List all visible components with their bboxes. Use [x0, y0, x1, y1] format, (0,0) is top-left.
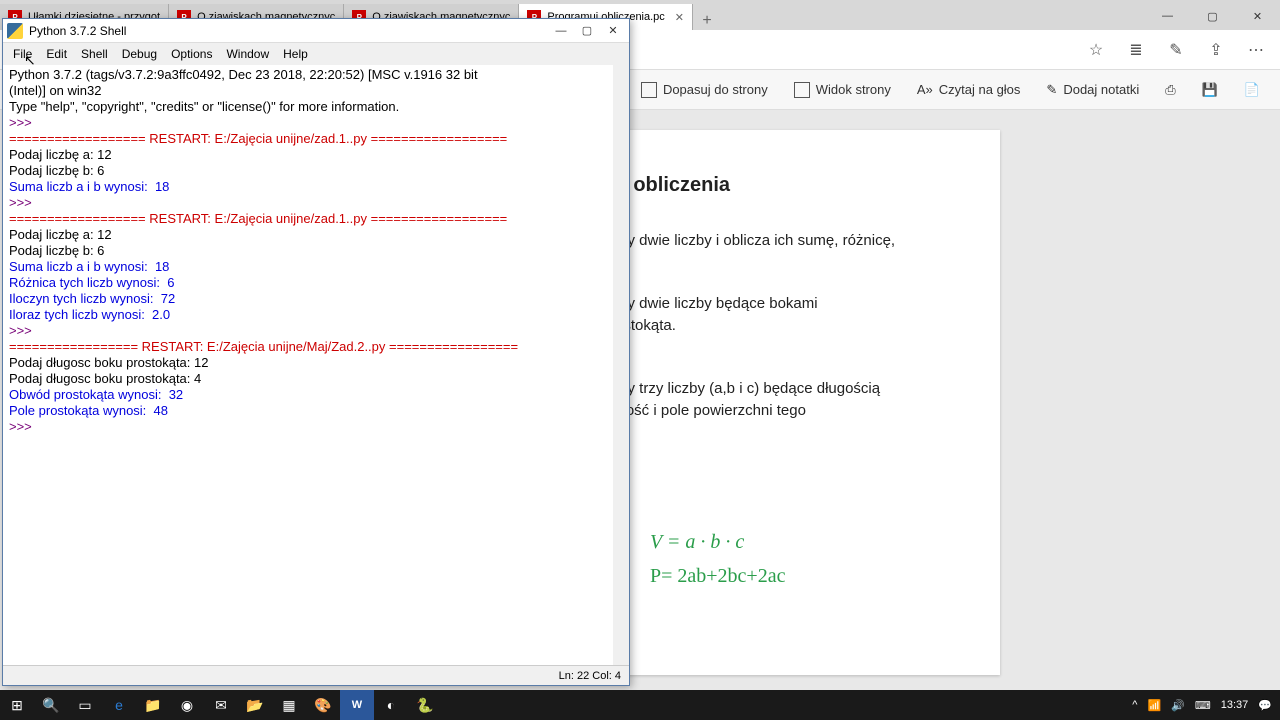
fit-page-button[interactable]: Dopasuj do strony — [631, 76, 778, 104]
explorer-icon[interactable]: 📁 — [136, 690, 170, 720]
share-icon[interactable]: ⇪ — [1200, 34, 1232, 66]
taskbar: ⊞ 🔍 ▭ e 📁 ◉ ✉ 📂 ▦ 🎨 W ◐ 🐍 ^ 📶 🔊 ⌨ 13:37 … — [0, 690, 1280, 720]
new-tab-button[interactable]: + — [693, 12, 721, 30]
minimize-button[interactable]: — — [1145, 2, 1190, 30]
formula: V = a · b · c — [610, 527, 940, 557]
page-icon — [794, 82, 810, 98]
idle-shell-window: Python 3.7.2 Shell — ▢ ✕ File Edit Shell… — [2, 18, 630, 686]
menu-shell[interactable]: Shell — [75, 45, 114, 63]
idle-menubar: File Edit Shell Debug Options Window Hel… — [3, 43, 629, 65]
pencil-icon: ✎ — [1046, 82, 1057, 98]
calc-icon[interactable]: ▦ — [272, 690, 306, 720]
menu-window[interactable]: Window — [220, 45, 275, 63]
save-as-button[interactable]: 📄 — [1234, 76, 1270, 104]
folder-icon[interactable]: 📂 — [238, 690, 272, 720]
print-button[interactable]: ⎙ — [1155, 76, 1185, 104]
network-icon[interactable]: 📶 — [1147, 699, 1161, 712]
app-icon[interactable]: ◐ — [374, 690, 408, 720]
menu-help[interactable]: Help — [277, 45, 314, 63]
doc-paragraph: tury trzy liczby (a,b i c) będące długoś… — [610, 378, 940, 423]
volume-icon[interactable]: 🔊 — [1171, 699, 1185, 712]
doc-heading: uj obliczenia — [610, 170, 940, 200]
favorite-icon[interactable]: ☆ — [1080, 34, 1112, 66]
maximize-button[interactable]: ▢ — [1190, 2, 1235, 30]
menu-debug[interactable]: Debug — [116, 45, 163, 63]
maximize-button[interactable]: ▢ — [575, 22, 599, 40]
read-aloud-button[interactable]: A»Czytaj na głos — [907, 76, 1031, 103]
chrome-icon[interactable]: ◉ — [170, 690, 204, 720]
minimize-button[interactable]: — — [549, 22, 573, 40]
tray-chevron-icon[interactable]: ^ — [1132, 699, 1137, 711]
save-button[interactable]: 💾 — [1192, 76, 1228, 104]
fit-icon — [641, 82, 657, 98]
app-icon[interactable]: 🎨 — [306, 690, 340, 720]
idle-statusbar: Ln: 22 Col: 4 — [3, 665, 629, 685]
add-notes-button[interactable]: ✎Dodaj notatki — [1036, 76, 1149, 104]
menu-edit[interactable]: Edit — [40, 45, 73, 63]
doc-paragraph: tury dwie liczby będące bokamirostokąta. — [610, 293, 940, 338]
scrollbar[interactable] — [613, 65, 629, 665]
word-icon[interactable]: W — [340, 690, 374, 720]
browser-window-controls: — ▢ ✕ — [1145, 2, 1280, 30]
idle-titlebar[interactable]: Python 3.7.2 Shell — ▢ ✕ — [3, 19, 629, 43]
edge-icon[interactable]: e — [102, 690, 136, 720]
system-tray: ^ 📶 🔊 ⌨ 13:37 💬 — [1132, 699, 1280, 712]
close-button[interactable]: ✕ — [1235, 2, 1280, 30]
start-button[interactable]: ⊞ — [0, 690, 34, 720]
clock[interactable]: 13:37 — [1221, 699, 1249, 711]
python-icon — [7, 23, 23, 39]
favorites-list-icon[interactable]: ≣ — [1120, 34, 1152, 66]
notifications-icon[interactable]: 💬 — [1258, 699, 1272, 712]
task-view-button[interactable]: ▭ — [68, 690, 102, 720]
mail-icon[interactable]: ✉ — [204, 690, 238, 720]
speaker-icon: A» — [917, 82, 933, 97]
close-tab-icon[interactable]: ✕ — [675, 11, 684, 24]
formula: P= 2ab+2bc+2ac — [610, 561, 940, 591]
more-icon[interactable]: ⋯ — [1240, 34, 1272, 66]
cursor-position: Ln: 22 Col: 4 — [559, 670, 621, 682]
language-icon[interactable]: ⌨ — [1195, 699, 1211, 712]
menu-file[interactable]: File — [7, 45, 38, 63]
annotate-icon[interactable]: ✎ — [1160, 34, 1192, 66]
close-button[interactable]: ✕ — [601, 22, 625, 40]
idle-taskbar-icon[interactable]: 🐍 — [408, 690, 442, 720]
doc-paragraph: tury dwie liczby i oblicza ich sumę, róż… — [610, 230, 940, 253]
menu-options[interactable]: Options — [165, 45, 218, 63]
page-view-button[interactable]: Widok strony — [784, 76, 901, 104]
search-button[interactable]: 🔍 — [34, 690, 68, 720]
idle-text-area[interactable]: Python 3.7.2 (tags/v3.7.2:9a3ffc0492, De… — [3, 65, 629, 665]
window-title: Python 3.7.2 Shell — [29, 24, 126, 38]
